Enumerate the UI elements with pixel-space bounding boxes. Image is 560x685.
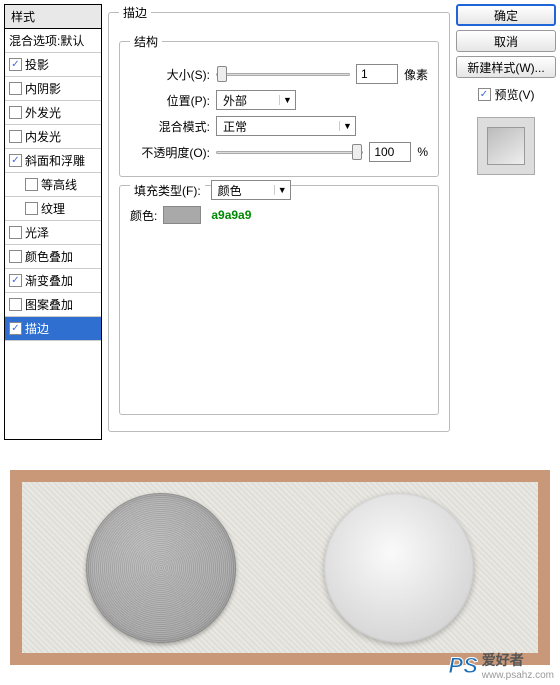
style-label: 描边 <box>25 320 49 337</box>
style-item-渐变叠加[interactable]: 渐变叠加 <box>5 269 101 293</box>
opacity-slider[interactable] <box>216 151 363 154</box>
style-item-颜色叠加[interactable]: 颜色叠加 <box>5 245 101 269</box>
layer-style-dialog: 样式 混合选项:默认 投影内阴影外发光内发光斜面和浮雕等高线纹理光泽颜色叠加渐变… <box>0 0 560 444</box>
color-hex: a9a9a9 <box>211 208 251 222</box>
style-label: 渐变叠加 <box>25 272 73 289</box>
fill-type-dropdown[interactable]: 颜色 ▼ <box>211 180 291 200</box>
style-item-外发光[interactable]: 外发光 <box>5 101 101 125</box>
opacity-label: 不透明度(O): <box>130 144 210 161</box>
style-item-投影[interactable]: 投影 <box>5 53 101 77</box>
style-item-内发光[interactable]: 内发光 <box>5 125 101 149</box>
rendered-output: PS 爱好者 www.psahz.com <box>0 460 560 685</box>
style-checkbox[interactable] <box>9 154 22 167</box>
size-row: 大小(S): 像素 <box>130 64 428 84</box>
blend-mode-row: 混合模式: 正常 ▼ <box>130 116 428 136</box>
style-item-图案叠加[interactable]: 图案叠加 <box>5 293 101 317</box>
blend-options-label: 混合选项:默认 <box>9 32 84 49</box>
style-label: 斜面和浮雕 <box>25 152 85 169</box>
frame-canvas <box>22 482 538 653</box>
chevron-down-icon: ▼ <box>279 95 295 105</box>
style-checkbox[interactable] <box>9 130 22 143</box>
blend-mode-dropdown[interactable]: 正常 ▼ <box>216 116 356 136</box>
glossy-dial-circle <box>324 493 474 643</box>
position-dropdown[interactable]: 外部 ▼ <box>216 90 296 110</box>
stroke-fieldset: 描边 结构 大小(S): 像素 位置(P): 外部 ▼ 混合模式 <box>108 4 450 432</box>
blend-options-row[interactable]: 混合选项:默认 <box>5 29 101 53</box>
preview-row: 预览(V) <box>456 86 556 103</box>
watermark-ps: PS <box>448 653 477 679</box>
style-item-描边[interactable]: 描边 <box>5 317 101 341</box>
speaker-mesh-circle <box>86 493 236 643</box>
style-checkbox[interactable] <box>9 274 22 287</box>
fill-type-value: 颜色 <box>212 182 274 199</box>
cancel-button[interactable]: 取消 <box>456 30 556 52</box>
style-item-内阴影[interactable]: 内阴影 <box>5 77 101 101</box>
style-checkbox[interactable] <box>9 106 22 119</box>
chevron-down-icon: ▼ <box>274 185 290 195</box>
fill-type-row: 填充类型(F): 颜色 ▼ <box>130 180 428 200</box>
style-item-等高线[interactable]: 等高线 <box>5 173 101 197</box>
buttons-panel: 确定 取消 新建样式(W)... 预览(V) <box>456 4 556 440</box>
style-label: 内阴影 <box>25 80 61 97</box>
color-swatch[interactable] <box>163 206 201 224</box>
size-slider[interactable] <box>216 73 350 76</box>
styles-list: 样式 混合选项:默认 投影内阴影外发光内发光斜面和浮雕等高线纹理光泽颜色叠加渐变… <box>4 4 102 440</box>
style-label: 纹理 <box>41 200 65 217</box>
blend-mode-value: 正常 <box>217 118 339 135</box>
style-checkbox[interactable] <box>9 82 22 95</box>
style-label: 外发光 <box>25 104 61 121</box>
preview-inner <box>487 127 525 165</box>
style-item-光泽[interactable]: 光泽 <box>5 221 101 245</box>
opacity-unit: % <box>417 145 428 159</box>
preview-thumbnail <box>477 117 535 175</box>
style-item-斜面和浮雕[interactable]: 斜面和浮雕 <box>5 149 101 173</box>
position-label: 位置(P): <box>130 92 210 109</box>
new-style-button[interactable]: 新建样式(W)... <box>456 56 556 78</box>
style-label: 投影 <box>25 56 49 73</box>
style-item-纹理[interactable]: 纹理 <box>5 197 101 221</box>
structure-fieldset: 结构 大小(S): 像素 位置(P): 外部 ▼ 混合模式: <box>119 33 439 177</box>
opacity-input[interactable] <box>369 142 411 162</box>
preview-label: 预览(V) <box>495 86 535 103</box>
preview-checkbox[interactable] <box>478 88 491 101</box>
position-row: 位置(P): 外部 ▼ <box>130 90 428 110</box>
size-label: 大小(S): <box>130 66 210 83</box>
styles-header: 样式 <box>5 5 101 29</box>
fill-fieldset: 填充类型(F): 颜色 ▼ 颜色: a9a9a9 <box>119 185 439 415</box>
settings-panel: 描边 结构 大小(S): 像素 位置(P): 外部 ▼ 混合模式 <box>108 4 450 440</box>
color-row: 颜色: a9a9a9 <box>130 206 428 224</box>
wood-frame <box>10 470 550 665</box>
stroke-title: 描边 <box>119 4 151 21</box>
chevron-down-icon: ▼ <box>339 121 355 131</box>
structure-title: 结构 <box>130 33 162 50</box>
style-checkbox[interactable] <box>9 250 22 263</box>
ok-button[interactable]: 确定 <box>456 4 556 26</box>
style-checkbox[interactable] <box>9 58 22 71</box>
style-label: 等高线 <box>41 176 77 193</box>
style-checkbox[interactable] <box>9 322 22 335</box>
style-checkbox[interactable] <box>9 226 22 239</box>
style-label: 图案叠加 <box>25 296 73 313</box>
style-label: 颜色叠加 <box>25 248 73 265</box>
opacity-row: 不透明度(O): % <box>130 142 428 162</box>
watermark-url: www.psahz.com <box>482 670 554 681</box>
blend-mode-label: 混合模式: <box>130 118 210 135</box>
color-label: 颜色: <box>130 207 157 224</box>
size-input[interactable] <box>356 64 398 84</box>
watermark-text: 爱好者 <box>482 650 554 670</box>
style-label: 内发光 <box>25 128 61 145</box>
style-checkbox[interactable] <box>25 178 38 191</box>
style-checkbox[interactable] <box>9 298 22 311</box>
style-checkbox[interactable] <box>25 202 38 215</box>
style-label: 光泽 <box>25 224 49 241</box>
position-value: 外部 <box>217 92 279 109</box>
fill-type-label: 填充类型(F): <box>130 182 205 199</box>
watermark: PS 爱好者 www.psahz.com <box>448 650 554 681</box>
size-unit: 像素 <box>404 66 428 83</box>
